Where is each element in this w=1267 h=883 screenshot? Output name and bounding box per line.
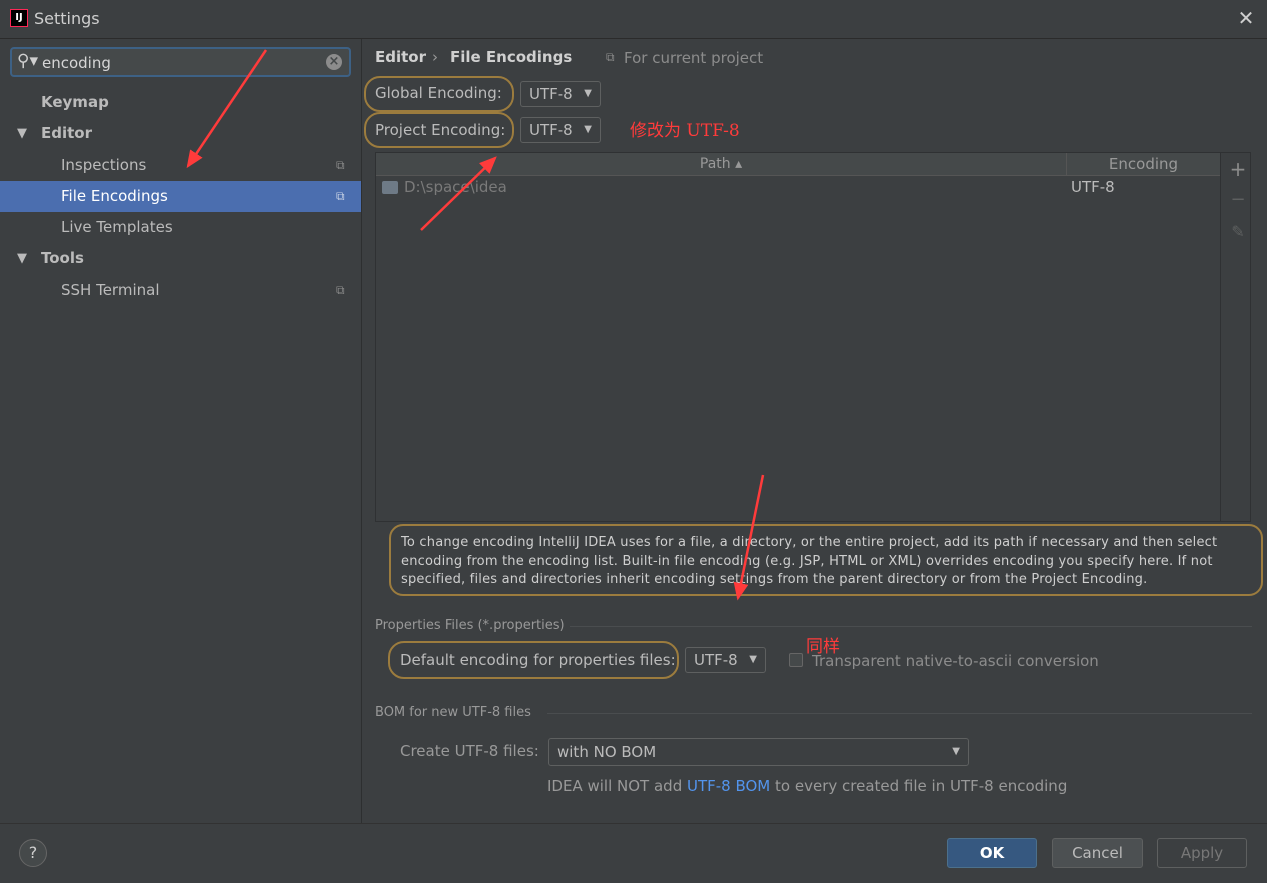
arrow-to-properties-encoding: [733, 474, 765, 601]
annotation-arrows: [186, 49, 765, 601]
arrow-to-file-encodings: [186, 49, 268, 169]
arrow-to-project-encoding: [420, 156, 497, 231]
